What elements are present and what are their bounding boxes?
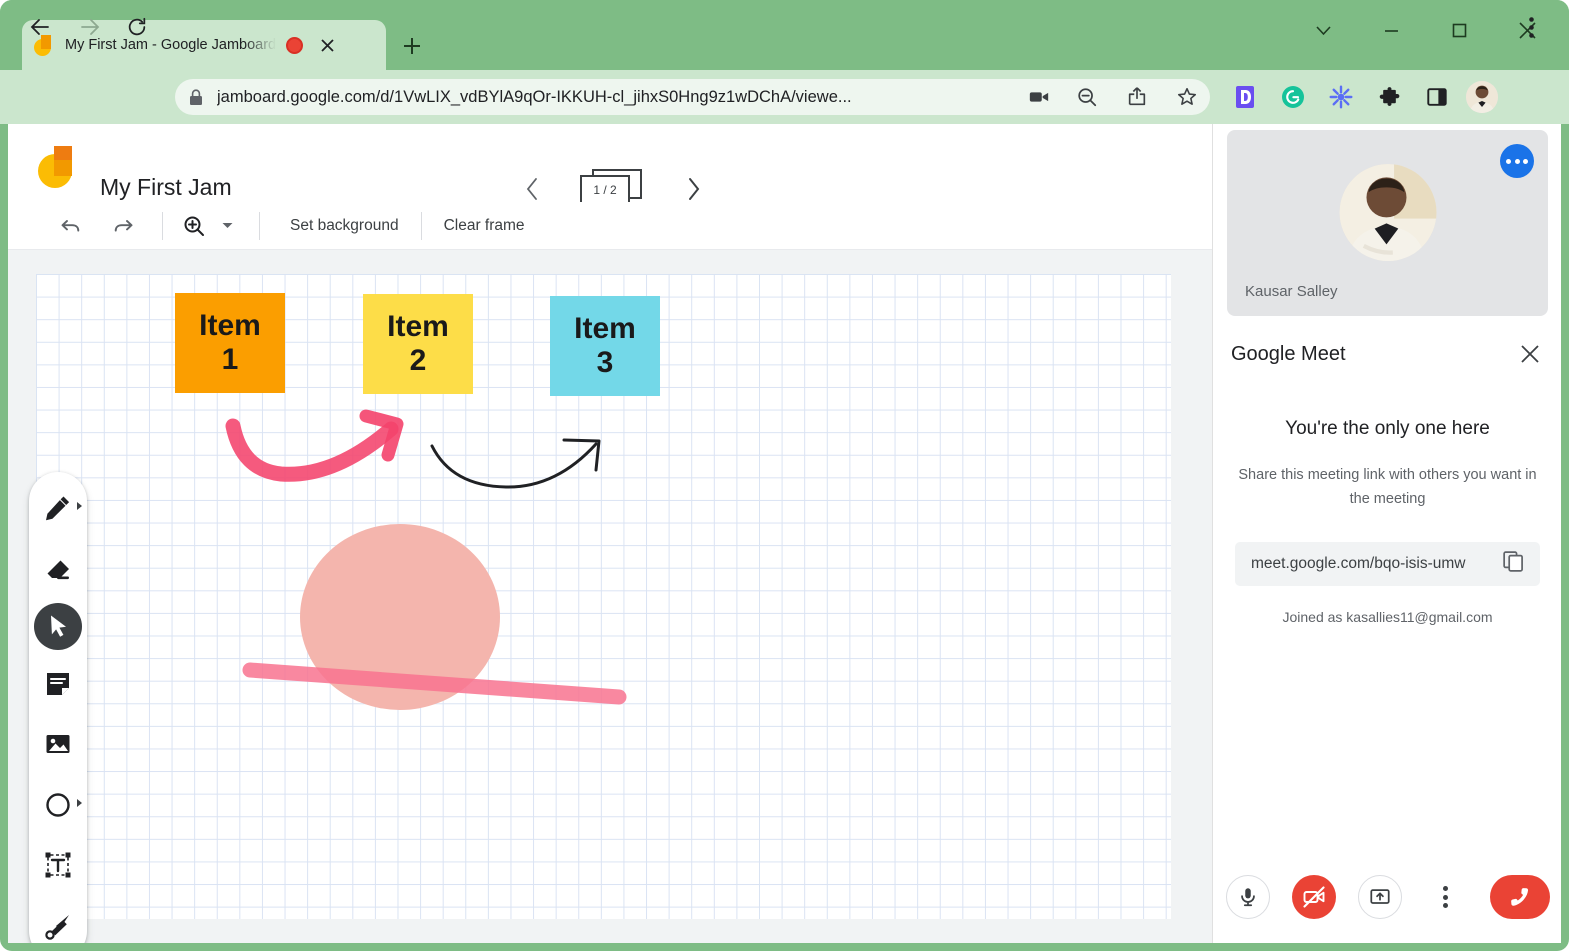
meet-status-text: You're the only one here — [1285, 418, 1490, 439]
canvas-area: Item 1 Item 2 Item 3 — [8, 250, 1212, 943]
zoom-dropdown-caret[interactable] — [215, 207, 239, 245]
meet-controls — [1213, 857, 1561, 937]
sticky-note[interactable]: Item 1 — [175, 293, 285, 393]
meet-panel-header: Google Meet — [1213, 329, 1561, 379]
laser-pointer-tool[interactable] — [34, 900, 82, 943]
sticky-note-text: Item 2 — [387, 309, 449, 378]
jamboard-app: My First Jam 1 / 2 Set background Clear … — [8, 124, 1212, 943]
meet-self-name: Kausar Salley — [1245, 283, 1338, 300]
meet-self-view: Kausar Salley — [1227, 130, 1548, 316]
text-box-icon — [45, 852, 71, 878]
sticky-note[interactable]: Item 3 — [550, 296, 660, 396]
hangup-icon — [1510, 888, 1528, 906]
back-arrow-icon[interactable] — [24, 11, 56, 43]
microphone-button[interactable] — [1225, 875, 1270, 919]
select-tool[interactable] — [34, 602, 82, 650]
copy-icon[interactable] — [1503, 551, 1524, 577]
leave-call-button[interactable] — [1489, 875, 1550, 919]
zoom-button[interactable] — [175, 207, 213, 245]
present-screen-icon — [1369, 889, 1390, 904]
grammarly-extension-icon[interactable] — [1276, 80, 1310, 114]
meet-self-more-options-button[interactable] — [1500, 144, 1534, 178]
jam-title[interactable]: My First Jam — [100, 174, 232, 201]
forward-arrow-icon[interactable] — [74, 11, 106, 43]
meet-link-box[interactable]: meet.google.com/bqo-isis-umw — [1235, 542, 1540, 586]
microphone-icon — [1240, 888, 1255, 907]
set-background-button[interactable]: Set background — [272, 217, 417, 235]
share-icon[interactable] — [1120, 80, 1154, 114]
docusign-extension-icon[interactable] — [1228, 80, 1262, 114]
meet-share-message: Share this meeting link with others you … — [1238, 467, 1537, 507]
url-text: jamboard.google.com/d/1VwLIX_vdBYlA9qOr-… — [217, 87, 852, 106]
clear-frame-button[interactable]: Clear frame — [426, 217, 543, 235]
google-meet-panel: Kausar Salley Google Meet You're the onl… — [1212, 124, 1561, 943]
recording-icon — [286, 36, 304, 54]
chevron-right-icon — [77, 798, 82, 807]
image-icon — [46, 735, 70, 754]
account-avatar[interactable] — [1466, 81, 1498, 113]
chevron-right-icon — [77, 502, 82, 510]
zoom-out-icon[interactable] — [1070, 80, 1104, 114]
cursor-icon — [51, 615, 66, 637]
maximize-button[interactable] — [1425, 8, 1493, 52]
meet-joined-as: Joined as kasallies11@gmail.com — [1282, 609, 1493, 625]
reload-icon[interactable] — [121, 11, 153, 43]
black-curved-arrow — [430, 438, 601, 489]
tab-close-icon[interactable] — [317, 35, 337, 55]
eraser-icon — [47, 560, 69, 579]
minimize-button[interactable] — [1357, 8, 1425, 52]
pen-tool[interactable] — [34, 482, 82, 534]
new-tab-button[interactable] — [395, 29, 429, 63]
sticky-note-icon — [47, 672, 69, 695]
present-screen-button[interactable] — [1357, 875, 1402, 919]
bookmark-star-icon[interactable] — [1170, 80, 1204, 114]
browser-window: My First Jam - Google Jamboard jamboard.… — [0, 0, 1569, 951]
jamboard-logo — [38, 146, 72, 188]
sticky-note-text: Item 1 — [199, 308, 261, 377]
eraser-tool[interactable] — [34, 542, 82, 594]
toolbar-divider-3 — [420, 211, 422, 240]
camera-off-icon — [1302, 886, 1325, 908]
lock-icon — [189, 88, 203, 106]
circle-shape-icon — [46, 793, 70, 817]
tab-strip: My First Jam - Google Jamboard — [0, 0, 1569, 70]
meet-self-avatar — [1339, 164, 1436, 261]
tab-search-button[interactable] — [1289, 8, 1357, 52]
meet-more-options-button[interactable] — [1424, 875, 1468, 919]
undo-button[interactable] — [52, 207, 90, 245]
toolbar-divider-2 — [259, 211, 260, 240]
jamboard-toolbar: Set background Clear frame — [8, 202, 1212, 250]
image-tool[interactable] — [34, 718, 82, 770]
text-box-tool[interactable] — [34, 839, 82, 891]
toolbar-divider — [162, 211, 163, 240]
extensions-puzzle-icon[interactable] — [1372, 80, 1406, 114]
redo-button[interactable] — [104, 207, 142, 245]
jam-canvas[interactable]: Item 1 Item 2 Item 3 — [36, 274, 1171, 919]
page-content: My First Jam 1 / 2 Set background Clear … — [8, 124, 1561, 943]
sticky-note[interactable]: Item 2 — [363, 294, 473, 394]
frame-counter-label: 1 / 2 — [580, 175, 630, 205]
shape-tool[interactable] — [34, 779, 82, 831]
meet-link-text: meet.google.com/bqo-isis-umw — [1251, 555, 1466, 572]
camera-button[interactable] — [1291, 875, 1336, 919]
pink-curved-arrow — [225, 409, 404, 482]
meet-panel-title: Google Meet — [1231, 342, 1346, 365]
laser-pointer-icon — [45, 914, 69, 940]
video-camera-icon[interactable] — [1022, 80, 1056, 114]
sticky-note-text: Item 3 — [574, 311, 636, 380]
meet-close-icon[interactable] — [1516, 340, 1544, 368]
pen-icon — [46, 496, 70, 521]
side-panel-icon[interactable] — [1420, 80, 1454, 114]
browser-menu-icon[interactable] — [1515, 11, 1547, 43]
asterisk-extension-icon[interactable] — [1324, 80, 1358, 114]
tool-rail — [29, 472, 87, 943]
sticky-note-tool[interactable] — [34, 658, 82, 710]
